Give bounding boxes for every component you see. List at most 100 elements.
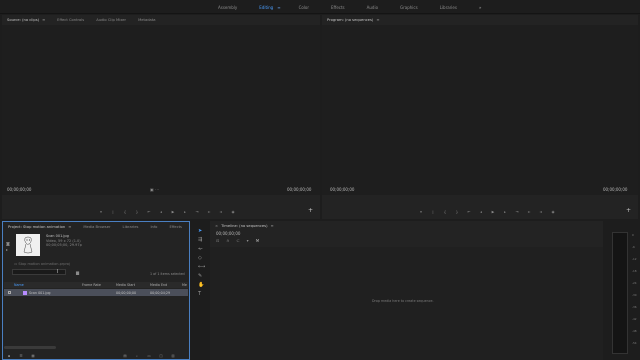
workspace-tab-audio[interactable]: Audio [367, 5, 378, 10]
play-thumbnail-icon[interactable]: ▸ [6, 247, 10, 253]
nest-icon[interactable]: ⊡ [216, 238, 219, 243]
source-tab-menu-icon[interactable]: ≡ [42, 18, 45, 22]
overwrite-icon[interactable]: ⊐ [218, 209, 224, 214]
icon-view-icon[interactable]: ▦ [30, 353, 36, 358]
type-tool-icon[interactable]: T [198, 291, 201, 297]
column-more[interactable]: Me [182, 283, 187, 287]
slip-tool-icon[interactable]: ⟷ [198, 264, 205, 270]
db-label: -30 [632, 293, 637, 297]
selection-tool-icon[interactable]: ➤ [198, 228, 202, 234]
timeline-timecode[interactable]: 00;00;00;00 [216, 231, 240, 236]
razor-tool-icon[interactable]: ◇ [198, 255, 202, 261]
column-media-end[interactable]: Media End [150, 283, 182, 287]
automate-icon[interactable]: ▤ [122, 353, 128, 358]
mark-in-bracket-icon[interactable]: { [122, 209, 128, 214]
source-fit-controls[interactable]: ▣ ⋯ [150, 187, 159, 192]
source-add-button-icon[interactable]: + [308, 207, 313, 214]
db-label: -18 [632, 269, 637, 273]
workspace-tab-editing[interactable]: Editing [259, 5, 273, 10]
tab-program[interactable]: Program: (no sequences) [327, 18, 373, 22]
go-to-in-icon[interactable]: ⇤ [146, 209, 152, 214]
column-frame-rate[interactable]: Frame Rate [82, 283, 116, 287]
workspace-tab-graphics[interactable]: Graphics [400, 5, 418, 10]
program-video-area[interactable] [322, 25, 638, 195]
extract-icon[interactable]: ⊐ [538, 209, 544, 214]
hand-tool-icon[interactable]: ✋ [198, 282, 204, 288]
tab-metadata[interactable]: Metadata [138, 18, 155, 22]
table-row[interactable]: Scan 001.jpg 00;00;00;00 00;00;04;29 [4, 289, 188, 296]
mark-out-icon[interactable]: | [110, 209, 116, 214]
find-icon[interactable]: ⌕ [134, 353, 140, 358]
go-to-in-icon[interactable]: ⇤ [466, 209, 472, 214]
new-item-icon[interactable]: ◫ [158, 353, 164, 358]
clip-label-swatch [23, 290, 27, 295]
program-timecode-current[interactable]: 00;00;00;00 [330, 187, 354, 192]
tab-info[interactable]: Info [150, 225, 157, 229]
pen-tool-icon[interactable]: ✎ [198, 273, 202, 279]
add-marker-icon[interactable]: ▾ [247, 238, 249, 243]
export-frame-icon[interactable]: ◉ [230, 209, 236, 214]
go-to-out-icon[interactable]: ⇥ [514, 209, 520, 214]
program-add-button-icon[interactable]: + [626, 207, 631, 214]
timeline-close-icon[interactable]: × [215, 224, 218, 228]
export-frame-icon[interactable]: ◉ [550, 209, 556, 214]
mark-out-bracket-icon[interactable]: } [454, 209, 460, 214]
step-forward-icon[interactable]: ▸ [502, 209, 508, 214]
play-icon[interactable]: ▶ [490, 209, 496, 214]
timeline-tab-menu-icon[interactable]: ≡ [271, 224, 274, 228]
workspace-tab-color[interactable]: Color [299, 5, 309, 10]
items-selected-count: 1 of 1 items selected [150, 272, 185, 276]
column-media-start[interactable]: Media Start [116, 283, 150, 287]
project-column-headers: Name Frame Rate Media Start Media End Me [4, 282, 188, 288]
tab-source[interactable]: Source: (no clips) [7, 18, 39, 22]
new-bin-search-icon[interactable]: ▆ [76, 270, 79, 275]
column-name[interactable]: Name [14, 283, 82, 287]
lift-icon[interactable]: ⊏ [526, 209, 532, 214]
clip-thumbnail[interactable] [16, 234, 40, 256]
mark-in-bracket-icon[interactable]: { [442, 209, 448, 214]
zoom-slider[interactable] [4, 346, 56, 349]
trash-icon[interactable]: ▥ [170, 353, 176, 358]
workspace-overflow-icon[interactable]: » [479, 5, 481, 10]
step-back-icon[interactable]: ◂ [478, 209, 484, 214]
program-tab-menu-icon[interactable]: ≡ [376, 18, 379, 22]
row-checkbox[interactable] [8, 291, 11, 294]
db-label: -54 [632, 341, 637, 345]
linked-selection-icon[interactable]: ⊂ [236, 238, 239, 243]
settings-wrench-icon[interactable]: ⚒ [256, 238, 260, 243]
tab-project[interactable]: Project: Stop motion animation [8, 225, 65, 229]
workspace-menu-icon[interactable]: ≡ [277, 5, 280, 10]
snap-icon[interactable]: ∩ [226, 238, 229, 243]
mark-out-icon[interactable]: | [430, 209, 436, 214]
tab-effect-controls[interactable]: Effect Controls [57, 18, 84, 22]
clip-timecode: 00;00;05;00, 29.97p [46, 243, 82, 248]
tab-audio-clip-mixer[interactable]: Audio Clip Mixer [96, 18, 126, 22]
new-bin-icon[interactable]: ▭ [146, 353, 152, 358]
source-timecode-duration: 00;00;00;00 [287, 187, 312, 192]
play-icon[interactable]: ▶ [170, 209, 176, 214]
timeline-track-area[interactable] [210, 247, 603, 360]
tab-effects[interactable]: Effects [169, 225, 182, 229]
tab-libraries[interactable]: Libraries [123, 225, 139, 229]
mark-out-bracket-icon[interactable]: } [134, 209, 140, 214]
track-select-tool-icon[interactable]: ⇶ [198, 237, 202, 243]
project-bottom-toolbar: ▪ ☰ ▦ ▤ ⌕ ▭ ◫ ▥ [6, 353, 182, 358]
insert-icon[interactable]: ⊏ [206, 209, 212, 214]
workspace-tab-libraries[interactable]: Libraries [440, 5, 457, 10]
step-forward-icon[interactable]: ▸ [182, 209, 188, 214]
step-back-icon[interactable]: ◂ [158, 209, 164, 214]
source-timecode-current[interactable]: 00;00;00;00 [7, 187, 31, 192]
source-video-area[interactable] [2, 25, 320, 195]
tab-timeline[interactable]: Timeline: (no sequences) [221, 224, 267, 228]
project-tab-menu-icon[interactable]: ≡ [68, 225, 71, 229]
mark-in-icon[interactable]: ▾ [98, 209, 104, 214]
db-label: -12 [632, 257, 637, 261]
workspace-tab-assembly[interactable]: Assembly [218, 5, 237, 10]
tab-media-browser[interactable]: Media Browser [83, 225, 110, 229]
list-view-icon[interactable]: ☰ [18, 353, 24, 358]
ripple-edit-tool-icon[interactable]: ⟛ [198, 246, 203, 252]
mark-in-icon[interactable]: ▾ [418, 209, 424, 214]
go-to-out-icon[interactable]: ⇥ [194, 209, 200, 214]
workspace-tab-effects[interactable]: Effects [331, 5, 345, 10]
lock-icon[interactable]: ▪ [6, 353, 12, 358]
